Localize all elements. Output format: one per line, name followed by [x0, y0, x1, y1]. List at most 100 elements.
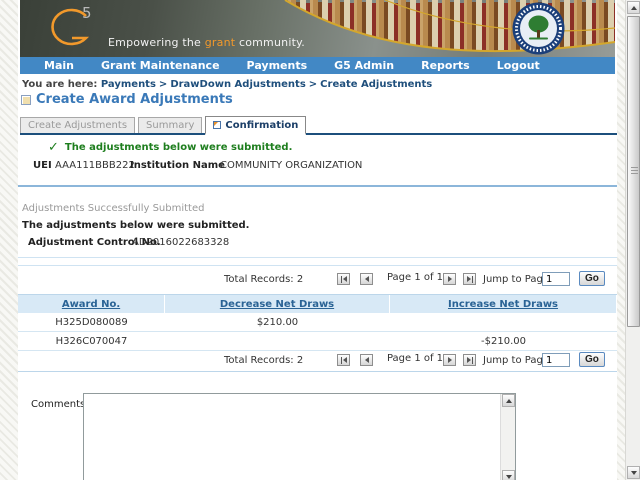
comments-textarea[interactable] — [84, 394, 501, 480]
pager-top: Total Records: 2 Page 1 of 1 Jump to Pag… — [18, 271, 617, 289]
breadcrumb-link-drawdown-adjustments[interactable]: DrawDown Adjustments — [170, 79, 305, 90]
previous-arrow-icon — [364, 276, 369, 282]
first-page-icon — [340, 275, 342, 283]
previous-page-button[interactable] — [360, 273, 373, 285]
status-text-bold: The adjustments below were submitted. — [22, 220, 250, 231]
up-arrow-icon — [630, 5, 637, 10]
breadcrumb-link-payments[interactable]: Payments — [101, 79, 156, 90]
previous-arrow-icon — [364, 357, 369, 363]
jump-to-page-label: Jump to Page — [483, 355, 549, 366]
institution-name-value: COMMUNITY ORGANIZATION — [220, 160, 363, 171]
decrease-net-draws-cell — [165, 332, 390, 350]
tagline-highlight: grant — [204, 36, 236, 49]
first-page-button[interactable] — [337, 273, 350, 285]
table-header-row: Award No. Decrease Net Draws Increase Ne… — [18, 295, 617, 313]
up-arrow-icon — [505, 398, 512, 403]
increase-net-draws-cell: -$210.00 — [481, 335, 526, 347]
tagline-prefix: Empowering the — [108, 36, 205, 49]
uei-label: UEI — [33, 160, 52, 171]
last-page-icon — [471, 275, 473, 283]
increase-net-draws-cell — [390, 313, 617, 331]
last-page-icon — [471, 356, 473, 364]
tagline-suffix: community. — [235, 36, 305, 49]
jump-to-page-input[interactable] — [542, 353, 570, 367]
page-title: Create Award Adjustments — [21, 92, 233, 107]
scrollbar-grip — [631, 167, 638, 176]
department-of-education-seal-icon — [512, 2, 565, 55]
first-page-icon — [340, 356, 342, 364]
uei-value: AAA111BBB222 — [55, 160, 135, 171]
success-message: ✓ The adjustments below were submitted. — [48, 140, 292, 155]
column-header-increase-net-draws[interactable]: Increase Net Draws — [390, 295, 617, 313]
next-arrow-icon — [466, 357, 471, 363]
divider-line — [18, 257, 617, 258]
confirmation-tab-icon — [213, 121, 222, 129]
scrollbar-down-button[interactable] — [627, 466, 640, 479]
page-title-icon — [21, 94, 31, 105]
table-row: H326C070047 -$210.00 — [18, 332, 617, 351]
nav-item-g5-admin[interactable]: G5 Admin — [334, 59, 394, 72]
tab-strip: Create Adjustments Summary Confirmation — [20, 116, 617, 135]
comments-field-frame — [83, 393, 516, 480]
tab-label: Summary — [146, 120, 195, 131]
nav-item-reports[interactable]: Reports — [421, 59, 470, 72]
tab-confirmation[interactable]: Confirmation — [205, 116, 307, 135]
tab-summary[interactable]: Summary — [138, 117, 203, 133]
previous-arrow-icon — [342, 276, 347, 282]
go-button[interactable]: Go — [579, 271, 605, 286]
status-text-gray: Adjustments Successfully Submitted — [22, 203, 205, 214]
decrease-net-draws-cell: $210.00 — [256, 316, 299, 328]
next-arrow-icon — [447, 357, 452, 363]
tab-label: Create Adjustments — [28, 120, 128, 131]
previous-arrow-icon — [342, 357, 347, 363]
next-arrow-icon — [447, 276, 452, 282]
comments-label: Comments — [31, 399, 86, 410]
breadcrumb-prefix: You are here: — [22, 79, 98, 90]
next-page-button[interactable] — [443, 354, 456, 366]
column-header-decrease-net-draws[interactable]: Decrease Net Draws — [165, 295, 390, 313]
scroll-down-button[interactable] — [502, 470, 515, 480]
comments-scrollbar[interactable] — [500, 394, 515, 480]
nav-item-main[interactable]: Main — [44, 59, 74, 72]
total-records-label: Total Records: 2 — [224, 274, 304, 285]
success-message-text: The adjustments below were submitted. — [64, 142, 293, 153]
jump-to-page-input[interactable] — [542, 272, 570, 286]
breadcrumb-separator: > — [158, 79, 168, 90]
vertical-scrollbar[interactable] — [625, 0, 640, 480]
breadcrumb-link-create-adjustments[interactable]: Create Adjustments — [320, 79, 432, 90]
column-header-award-no[interactable]: Award No. — [18, 295, 165, 313]
breadcrumb-separator: > — [308, 79, 318, 90]
previous-page-button[interactable] — [360, 354, 373, 366]
nav-item-payments[interactable]: Payments — [247, 59, 308, 72]
go-button[interactable]: Go — [579, 352, 605, 367]
nav-item-logout[interactable]: Logout — [497, 59, 540, 72]
scrollbar-thumb[interactable] — [627, 16, 640, 327]
tab-label: Confirmation — [225, 119, 299, 131]
divider-line — [18, 371, 617, 372]
total-records-label: Total Records: 2 — [224, 355, 304, 366]
main-nav-bar: Main Grant Maintenance Payments G5 Admin… — [20, 57, 615, 74]
last-page-button[interactable] — [463, 273, 476, 285]
scrollbar-up-button[interactable] — [627, 1, 640, 14]
section-divider — [18, 185, 617, 187]
page-title-text: Create Award Adjustments — [36, 92, 233, 107]
g5-logo-five: 5 — [82, 4, 92, 22]
uei-institution-row: UEI AAA111BBB222 Institution Name COMMUN… — [33, 160, 362, 171]
next-page-button[interactable] — [443, 273, 456, 285]
header-banner: 5 Empowering the grant community. — [20, 0, 615, 57]
adjustment-control-row: Adjustment Control No. AD2016022683328 — [28, 237, 229, 248]
scroll-up-button[interactable] — [502, 394, 515, 407]
page-content: 5 Empowering the grant community. Main G… — [18, 0, 617, 480]
award-no-cell: H325D080089 — [55, 316, 128, 328]
adjustment-control-value: AD2016022683328 — [132, 237, 230, 248]
nav-item-grant-maintenance[interactable]: Grant Maintenance — [101, 59, 220, 72]
check-icon: ✓ — [48, 140, 59, 155]
table-row: H325D080089 $210.00 — [18, 313, 617, 332]
tab-create-adjustments[interactable]: Create Adjustments — [20, 117, 136, 133]
last-page-button[interactable] — [463, 354, 476, 366]
institution-name-label: Institution Name — [130, 160, 225, 171]
first-page-button[interactable] — [337, 354, 350, 366]
pager-bottom: Total Records: 2 Page 1 of 1 Jump to Pag… — [18, 352, 617, 370]
jump-to-page-label: Jump to Page — [483, 274, 549, 285]
g5-application-window: 5 Empowering the grant community. Main G… — [0, 0, 640, 480]
